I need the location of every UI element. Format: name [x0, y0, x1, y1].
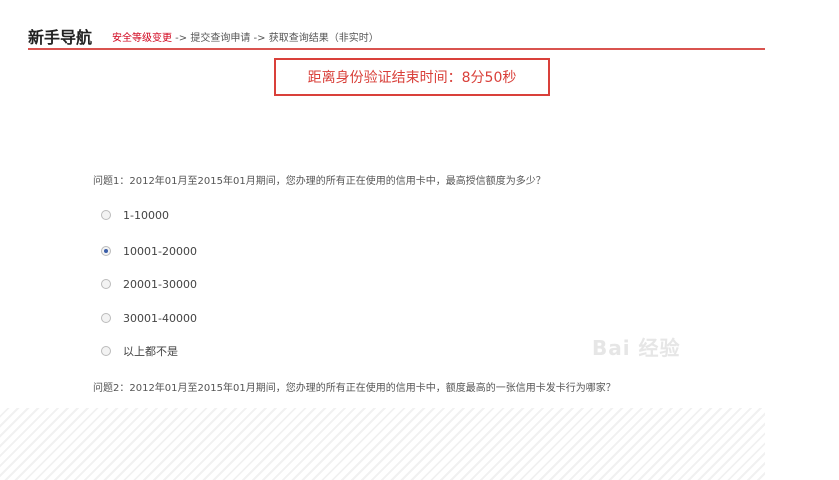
radio-button[interactable] — [101, 313, 111, 323]
option-5[interactable]: 以上都不是 — [101, 343, 178, 359]
nav-bar: 新手导航 安全等级变更 -> 提交查询申请 -> 获取查询结果（非实时） — [28, 22, 765, 50]
radio-button[interactable] — [101, 279, 111, 289]
baidu-watermark: Bai 经验 — [592, 336, 681, 360]
step-get-result[interactable]: 获取查询结果（非实时） — [269, 33, 379, 44]
radio-button-selected[interactable] — [101, 246, 111, 256]
nav-title: 新手导航 — [28, 28, 93, 47]
option-label: 20001-30000 — [123, 277, 197, 291]
step-submit-query[interactable]: 提交查询申请 — [190, 33, 250, 44]
step-security-change[interactable]: 安全等级变更 — [112, 33, 172, 44]
option-label: 1-10000 — [123, 208, 169, 222]
question-2: 问题2：2012年01月至2015年01月期间，您办理的所有正在使用的信用卡中，… — [93, 383, 616, 394]
hatched-background — [0, 408, 765, 480]
option-label: 以上都不是 — [123, 345, 178, 358]
option-1[interactable]: 1-10000 — [101, 207, 169, 223]
countdown-timer: 距离身份验证结束时间：8分50秒 — [274, 58, 550, 96]
step-separator: -> — [172, 33, 191, 44]
question-1: 问题1：2012年01月至2015年01月期间，您办理的所有正在使用的信用卡中，… — [93, 176, 546, 187]
option-2[interactable]: 10001-20000 — [101, 243, 197, 259]
option-label: 30001-40000 — [123, 311, 197, 325]
option-4[interactable]: 30001-40000 — [101, 310, 197, 326]
radio-button[interactable] — [101, 210, 111, 220]
step-separator: -> — [250, 33, 269, 44]
option-3[interactable]: 20001-30000 — [101, 276, 197, 292]
radio-button[interactable] — [101, 346, 111, 356]
nav-steps: 安全等级变更 -> 提交查询申请 -> 获取查询结果（非实时） — [112, 29, 379, 44]
option-label: 10001-20000 — [123, 244, 197, 258]
